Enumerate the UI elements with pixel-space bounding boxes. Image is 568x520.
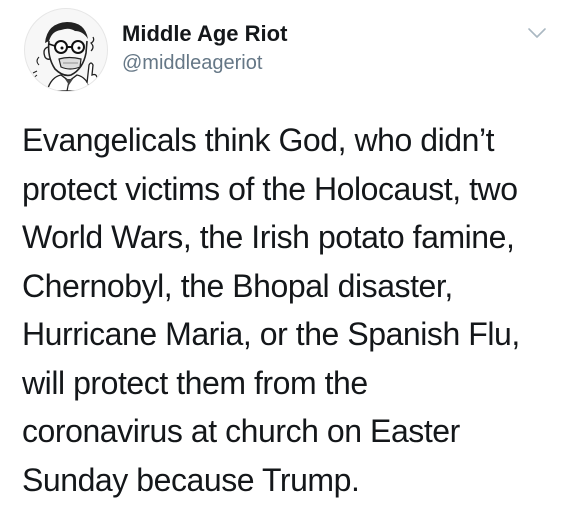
author-display-name[interactable]: Middle Age Riot: [122, 21, 287, 47]
avatar[interactable]: [24, 8, 108, 92]
tweet-text-line: Chernobyl, the Bhopal disaster,: [22, 267, 453, 304]
man-with-glasses-sketch-icon: [31, 22, 98, 91]
tweet-text-line: will protect them from the: [22, 364, 368, 401]
tweet-text-line: World Wars, the Irish potato famine,: [22, 219, 515, 255]
tweet-text: Evangelicals think God, who didn’t prote…: [22, 116, 552, 504]
tweet-text-line: Sunday because Trump.: [22, 461, 360, 498]
tweet-text-line: Evangelicals think God, who didn’t: [22, 122, 495, 158]
tweet-menu-button[interactable]: [526, 22, 548, 44]
tweet-text-line: coronavirus at church on Easter: [22, 413, 460, 449]
author-handle[interactable]: @middleageriot: [122, 50, 262, 76]
tweet-text-line: Hurricane Maria, or the Spanish Flu,: [22, 316, 520, 352]
chevron-down-icon: [528, 28, 546, 38]
tweet-text-line: protect victims of the Holocaust, two: [22, 170, 518, 207]
tweet-card: Middle Age Riot @middleageriot Evangelic…: [0, 0, 568, 520]
